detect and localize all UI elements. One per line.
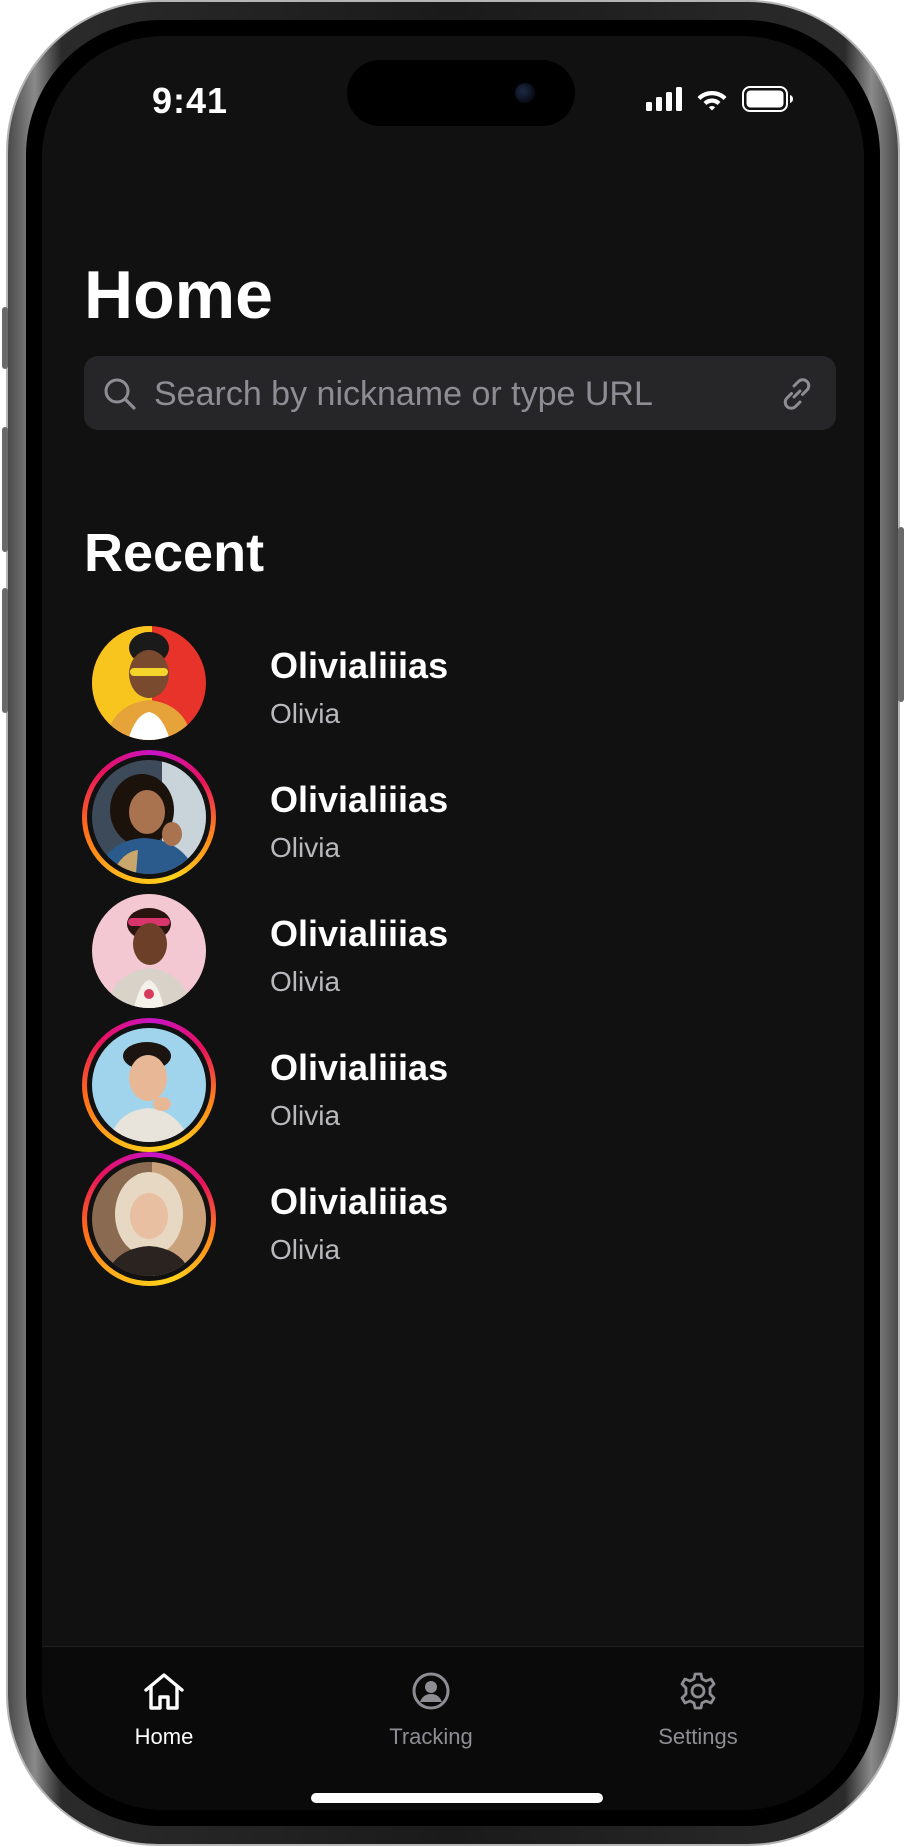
avatar-photo: [92, 1162, 206, 1276]
avatar: [82, 616, 216, 750]
home-icon: [144, 1673, 184, 1710]
nickname: Olivialiiias: [270, 1047, 449, 1088]
list-item[interactable]: Olivialiiias Olivia: [82, 616, 822, 756]
tab-tracking[interactable]: Tracking: [351, 1671, 511, 1750]
tab-settings[interactable]: Settings: [618, 1671, 778, 1750]
recent-section-title: Recent: [84, 523, 265, 583]
wifi-icon: [697, 91, 727, 111]
list-item[interactable]: Olivialiiias Olivia: [82, 884, 822, 1024]
display-name: Olivia: [270, 832, 341, 863]
screen: 9:41 Home Search by nickname or type URL…: [42, 36, 864, 1810]
nickname: Olivialiiias: [270, 779, 449, 820]
nickname: Olivialiiias: [270, 1181, 449, 1222]
avatar-photo: [92, 760, 206, 874]
battery-icon: [742, 86, 793, 112]
tab-tracking-label: Tracking: [389, 1724, 473, 1749]
list-item-names: Olivialiiias Olivia: [270, 1182, 448, 1266]
display-name: Olivia: [270, 1234, 341, 1265]
list-item-names: Olivialiiias Olivia: [270, 914, 448, 998]
list-item-names: Olivialiiias Olivia: [270, 780, 448, 864]
display-name: Olivia: [270, 1100, 341, 1131]
front-camera: [515, 83, 535, 103]
display-name: Olivia: [270, 698, 341, 729]
avatar-photo: [92, 626, 206, 740]
home-indicator[interactable]: [311, 1793, 603, 1803]
list-item[interactable]: Olivialiiias Olivia: [82, 1018, 822, 1158]
avatar-with-story-ring: [82, 1152, 216, 1286]
tab-home-label: Home: [134, 1724, 194, 1749]
nickname: Olivialiiias: [270, 913, 449, 954]
avatar-photo: [92, 1028, 206, 1142]
search-bar[interactable]: [84, 356, 836, 432]
search-input[interactable]: [152, 356, 756, 432]
status-bar: 9:41: [42, 36, 864, 166]
tab-bar: Home Tracking Settings: [42, 1646, 864, 1810]
list-item-names: Olivialiiias Olivia: [270, 646, 448, 730]
status-time: 9:41: [152, 80, 229, 121]
nickname: Olivialiiias: [270, 645, 449, 686]
phone-frame: 9:41 Home Search by nickname or type URL…: [2, 2, 904, 1844]
status-icons: [646, 86, 794, 112]
avatar-photo: [92, 894, 206, 1008]
person-circle-icon: [412, 1672, 450, 1710]
tab-settings-label: Settings: [658, 1724, 738, 1749]
volume-down-button: [2, 588, 8, 713]
page-title: Home: [84, 257, 273, 333]
dynamic-island: [347, 60, 575, 126]
volume-up-button: [2, 427, 8, 552]
search-icon: [104, 378, 136, 410]
link-icon[interactable]: [778, 375, 816, 413]
tab-home[interactable]: Home: [84, 1671, 244, 1750]
avatar-with-story-ring: [82, 750, 216, 884]
list-item-names: Olivialiiias Olivia: [270, 1048, 448, 1132]
power-button: [898, 527, 904, 702]
avatar-with-story-ring: [82, 1018, 216, 1152]
list-item[interactable]: Olivialiiias Olivia: [82, 1152, 822, 1292]
action-button: [2, 307, 8, 369]
avatar: [82, 884, 216, 1018]
display-name: Olivia: [270, 966, 341, 997]
list-item[interactable]: Olivialiiias Olivia: [82, 750, 822, 890]
cellular-signal-icon: [646, 87, 682, 111]
gear-icon: [680, 1672, 716, 1710]
